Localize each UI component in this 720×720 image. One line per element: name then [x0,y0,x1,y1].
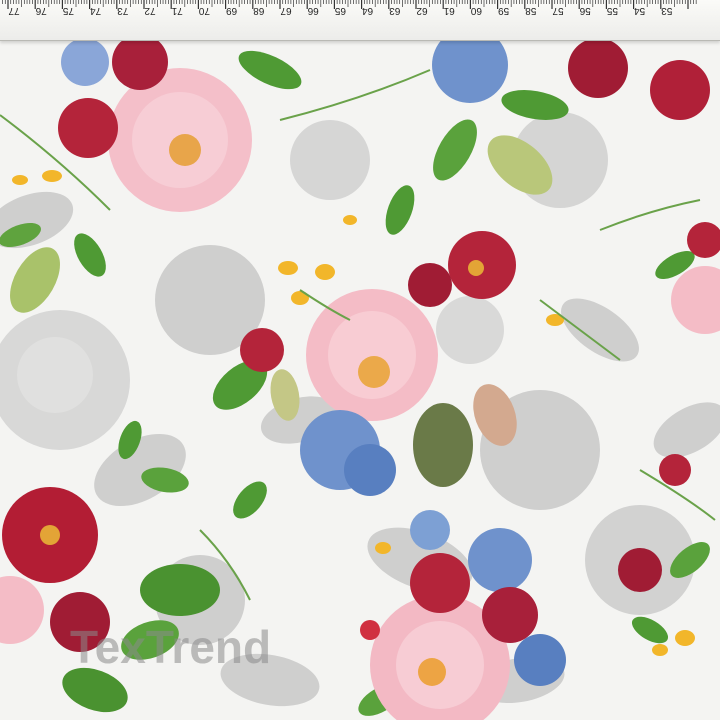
ruler-number: 71 [171,5,183,16]
ruler-number: 56 [579,5,591,16]
ruler-number: 57 [552,5,564,16]
ruler-number: 70 [198,5,210,16]
ruler-number: 53 [661,5,673,16]
ruler-number: 65 [334,5,346,16]
ruler-number: 61 [443,5,455,16]
ruler-number: 73 [117,5,129,16]
ruler-number: 68 [253,5,265,16]
ruler-number: 54 [634,5,646,16]
measuring-ruler: 77 76 75 74 73 72 71 70 69 68 67 66 65 64 63 62 61 60 59 58… [0,0,720,41]
ruler-number: 63 [389,5,401,16]
ruler-number: 59 [498,5,510,16]
ruler-number: 75 [62,5,74,16]
ruler-number: 58 [525,5,537,16]
floral-fabric-print [0,0,720,720]
ruler-number: 62 [416,5,428,16]
ruler-number: 55 [606,5,618,16]
photo-frame: 77 76 75 74 73 72 71 70 69 68 67 66 65 64 63 62 61 60 59 58… [0,0,720,720]
ruler-number: 60 [470,5,482,16]
ruler-number: 72 [144,5,156,16]
textrend-watermark-logo: TexTrend [70,621,271,673]
ruler-number: 76 [35,5,47,16]
ruler-number: 77 [8,5,20,16]
ruler-number: 69 [226,5,238,16]
watermark-text: TexTrend [70,621,271,673]
ruler-number: 67 [280,5,292,16]
ruler-number: 74 [90,5,102,16]
ruler-number: 66 [307,5,319,16]
ruler-number: 64 [362,5,374,16]
